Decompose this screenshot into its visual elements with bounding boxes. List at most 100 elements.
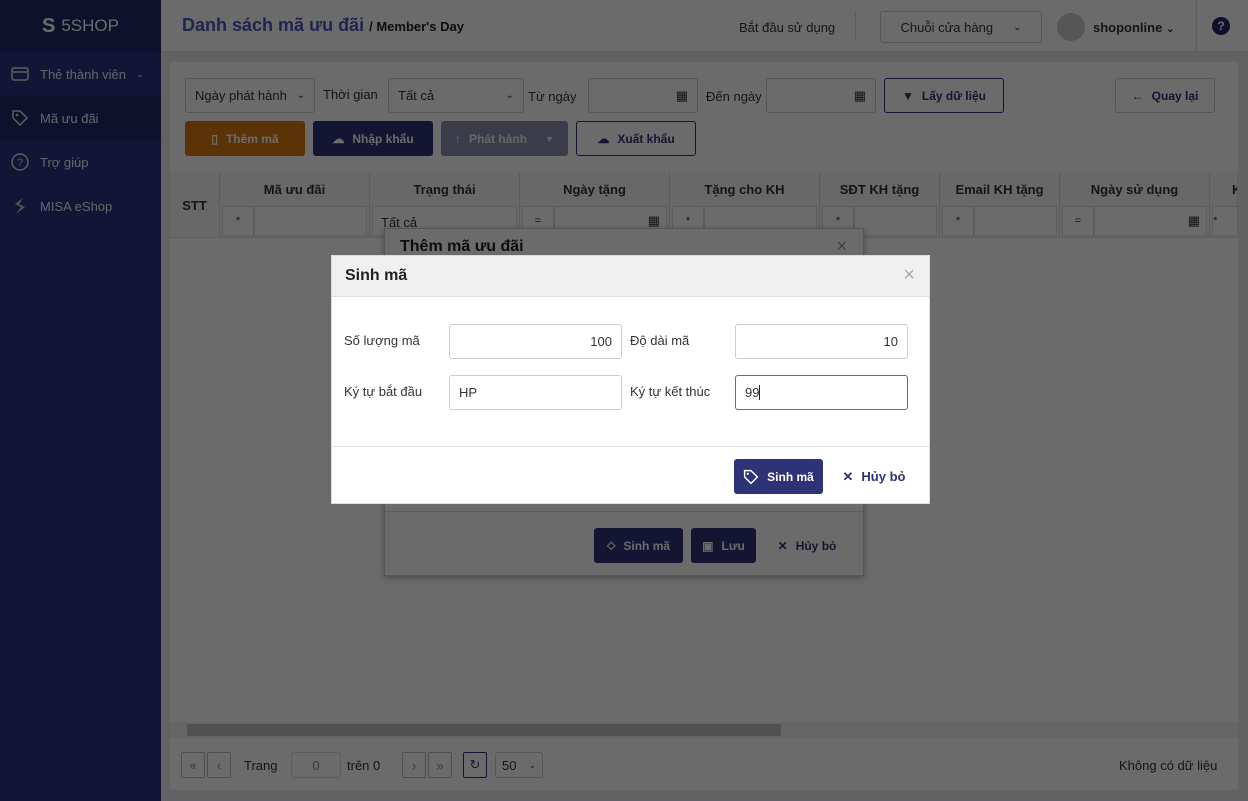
calendar-icon[interactable]: ▦ — [648, 213, 660, 228]
save-icon: ▣ — [702, 538, 714, 553]
filter-input[interactable] — [854, 206, 937, 236]
suffix-label: Ký tự kết thúc — [630, 384, 711, 399]
get-data-button[interactable]: ▼ Lấy dữ liệu — [884, 78, 1004, 113]
sidebar-item-help[interactable]: ? Trợ giúp — [0, 140, 161, 184]
export-button[interactable]: ☁ Xuất khẩu — [576, 121, 696, 156]
text-cursor — [759, 385, 761, 400]
import-button[interactable]: ☁ Nhập khẩu — [313, 121, 433, 156]
prefix-input[interactable]: HP — [449, 375, 622, 410]
divider — [1196, 0, 1197, 52]
column-header-more[interactable]: K* — [1210, 172, 1238, 238]
chevron-down-icon: ⌄ — [505, 90, 514, 101]
column-header-code[interactable]: Mã ưu đãi * — [220, 172, 370, 238]
divider — [332, 446, 929, 447]
time-select[interactable]: Tất cả ⌄ — [388, 78, 524, 113]
store-chain-select[interactable]: Chuỗi cửa hàng ⌄ — [880, 11, 1042, 43]
quantity-label: Số lượng mã — [344, 333, 420, 348]
next-page-button[interactable]: › — [402, 752, 426, 778]
close-icon[interactable]: × — [903, 264, 915, 287]
help-icon[interactable]: ? — [1212, 17, 1230, 35]
filter-input[interactable] — [254, 206, 367, 236]
refresh-icon[interactable]: ↻ — [463, 752, 487, 778]
chevron-down-icon: ⌄ — [296, 90, 305, 101]
start-link[interactable]: Bắt đầu sử dụng — [739, 20, 835, 35]
length-label: Độ dài mã — [630, 333, 690, 348]
column-header-stt[interactable]: STT — [170, 172, 220, 238]
calendar-icon[interactable]: ▦ — [1188, 213, 1200, 228]
first-page-button[interactable]: « — [181, 752, 205, 778]
tag-icon — [12, 110, 29, 127]
arrow-left-icon: ← — [1131, 88, 1144, 103]
chevron-down-icon: ⌄ — [136, 68, 144, 79]
page-size-select[interactable]: 50 ⌄ — [495, 752, 543, 778]
tag-icon — [744, 469, 759, 484]
filter-operator[interactable]: * — [1212, 206, 1237, 236]
filter-operator[interactable]: * — [222, 206, 254, 236]
logo[interactable]: S 5SHOP — [0, 0, 161, 52]
last-page-button[interactable]: » — [428, 752, 452, 778]
filter-icon: ▼ — [902, 88, 914, 103]
column-header-email[interactable]: Email KH tặng * — [940, 172, 1060, 238]
page-total: trên 0 — [347, 758, 381, 773]
time-label: Thời gian — [323, 87, 378, 102]
date-type-select[interactable]: Ngày phát hành ⌄ — [185, 78, 315, 113]
dialog-title: Thêm mã ưu đãi — [400, 238, 524, 255]
length-input[interactable]: 10 — [735, 324, 908, 359]
page-title: Danh sách mã ưu đãi / Member's Day — [182, 15, 464, 35]
question-icon: ? — [11, 153, 29, 171]
misa-logo-icon — [15, 198, 25, 214]
scrollbar-thumb[interactable] — [187, 724, 781, 736]
card-icon — [11, 67, 29, 81]
logo-icon: S — [42, 14, 56, 37]
column-header-use-date[interactable]: Ngày sử dụng = ▦ — [1060, 172, 1210, 238]
dialog-header: Sinh mã × — [332, 256, 929, 297]
cloud-upload-icon: ☁ — [332, 131, 345, 146]
header: Danh sách mã ưu đãi / Member's Day Bắt đ… — [161, 0, 1248, 52]
cloud-download-icon: ☁ — [597, 131, 610, 146]
user-menu[interactable]: shoponline ⌄ — [1093, 20, 1174, 35]
page-label: Trang — [244, 758, 278, 773]
divider — [385, 511, 863, 512]
add-code-button[interactable]: ▯ Thêm mã — [185, 121, 305, 156]
generate-button[interactable]: Sinh mã — [734, 459, 823, 494]
divider — [855, 12, 856, 40]
cancel-button[interactable]: ✕ Hủy bỏ — [771, 528, 843, 563]
save-button[interactable]: ▣ Lưu — [691, 528, 756, 563]
page-input[interactable]: 0 — [291, 752, 341, 778]
chevron-down-icon: ⌄ — [1165, 24, 1175, 35]
avatar[interactable] — [1057, 13, 1085, 41]
close-icon[interactable]: × — [836, 236, 847, 257]
to-date-input[interactable]: ▦ — [766, 78, 876, 113]
tag-icon: ⬦ — [606, 538, 616, 552]
back-button[interactable]: ← Quay lại — [1115, 78, 1215, 113]
issue-button[interactable]: ↑ Phát hành ▼ — [441, 121, 568, 156]
sidebar-item-membership[interactable]: Thẻ thành viên ⌄ — [0, 52, 161, 96]
filter-operator[interactable]: = — [1062, 206, 1094, 236]
cancel-button[interactable]: ✕ Hủy bỏ — [840, 459, 908, 494]
sidebar-item-misa-eshop[interactable]: MISA eShop — [0, 184, 161, 228]
arrow-up-icon: ↑ — [455, 131, 462, 146]
chevron-down-icon: ⌄ — [528, 759, 536, 770]
horizontal-scrollbar[interactable] — [170, 722, 1238, 738]
filter-input[interactable] — [974, 206, 1057, 236]
calendar-icon[interactable]: ▦ — [854, 88, 866, 104]
from-date-label: Từ ngày — [528, 89, 577, 104]
close-icon: ✕ — [842, 468, 854, 484]
suffix-input[interactable]: 99 — [735, 375, 908, 410]
generate-code-dialog: Sinh mã × Số lượng mã 100 Độ dài mã 10 K… — [331, 255, 930, 504]
svg-text:?: ? — [17, 157, 23, 169]
filter-date-input[interactable]: ▦ — [1094, 206, 1207, 236]
no-data-text: Không có dữ liệu — [1119, 758, 1218, 773]
quantity-input[interactable]: 100 — [449, 324, 622, 359]
prefix-label: Ký tự bắt đầu — [344, 384, 423, 399]
dialog-title: Sinh mã — [345, 267, 408, 284]
close-icon: ✕ — [777, 538, 788, 553]
calendar-icon[interactable]: ▦ — [676, 88, 688, 104]
to-date-label: Đến ngày — [706, 89, 762, 104]
filter-operator[interactable]: * — [942, 206, 974, 236]
sidebar-item-vouchers[interactable]: Mã ưu đãi — [0, 96, 161, 140]
prev-page-button[interactable]: ‹ — [207, 752, 231, 778]
file-add-icon: ▯ — [211, 131, 218, 146]
generate-code-button[interactable]: ⬦ Sinh mã — [594, 528, 683, 563]
from-date-input[interactable]: ▦ — [588, 78, 698, 113]
